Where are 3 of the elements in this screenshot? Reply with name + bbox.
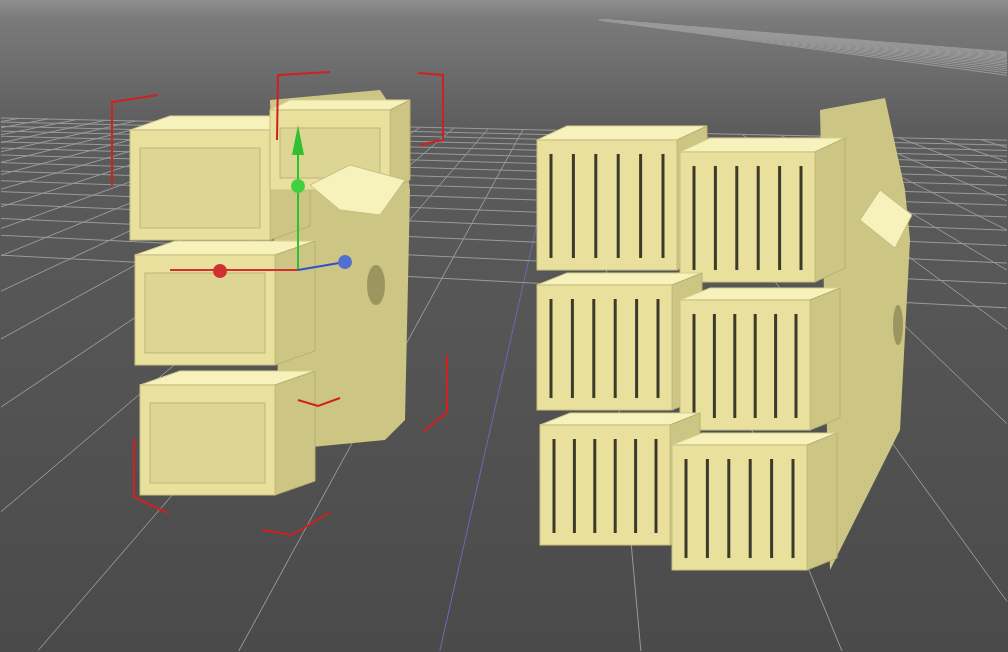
block-model-drawing[interactable] [536,98,913,571]
move-gizmo-icon[interactable] [169,125,352,278]
block-model-drawing[interactable] [129,90,411,496]
